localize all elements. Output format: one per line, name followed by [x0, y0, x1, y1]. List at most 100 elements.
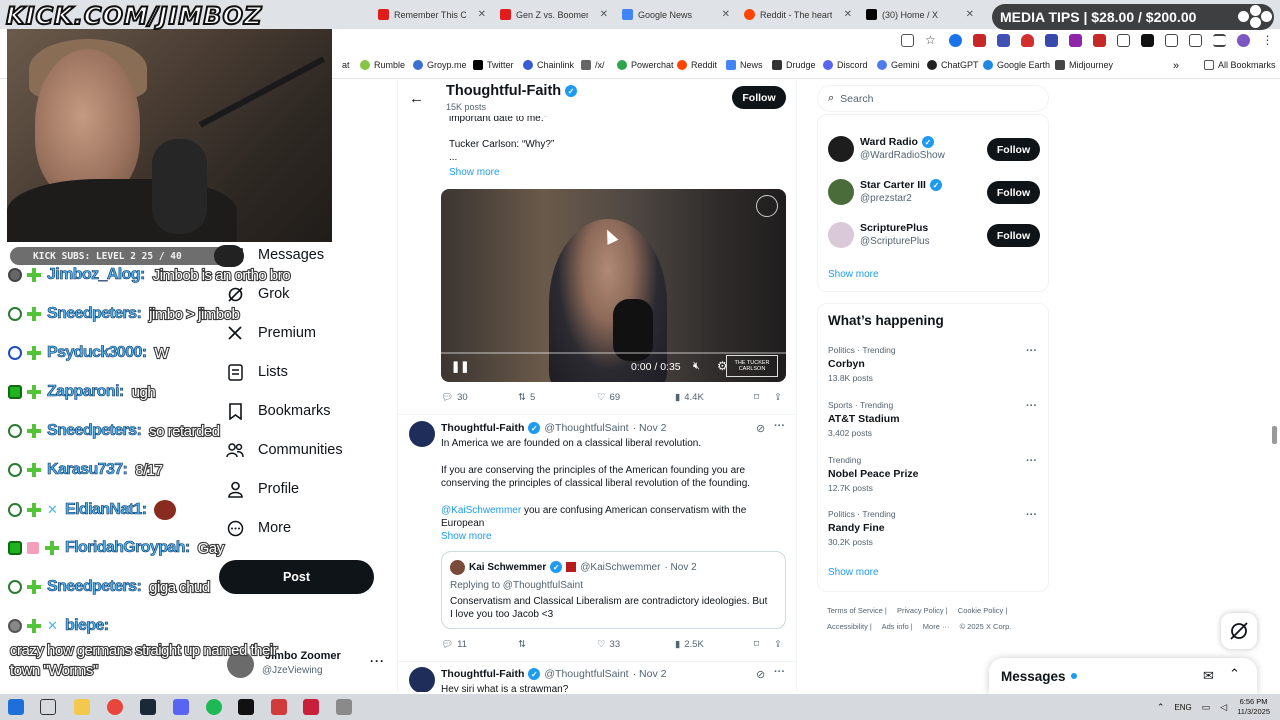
- footer-terms-link[interactable]: Terms of Service |: [827, 606, 887, 615]
- nav-lists[interactable]: Lists: [226, 363, 288, 381]
- bookmarks-overflow-icon[interactable]: »: [1173, 60, 1179, 72]
- share-button[interactable]: ⇪: [774, 639, 782, 650]
- follow-button[interactable]: Follow: [987, 181, 1040, 204]
- nav-communities[interactable]: Communities: [226, 441, 343, 459]
- extension-icon[interactable]: [1117, 34, 1130, 47]
- views-button[interactable]: ▮ 2.5K: [675, 639, 704, 650]
- repost-button[interactable]: ⇅: [518, 639, 526, 650]
- quoted-tweet-card[interactable]: Kai Schwemmer ✓ @KaiSchwemmer · Nov 2 Re…: [441, 551, 786, 629]
- star-icon[interactable]: ☆: [925, 34, 938, 47]
- video-player[interactable]: ❚❚ 0:00 / 0:35 🔇︎ ⚙ THE TUCKER CARLSON: [441, 189, 786, 382]
- profile-avatar-icon[interactable]: [1237, 34, 1250, 47]
- bookmark-google-earth[interactable]: Google Earth: [983, 60, 1050, 70]
- bookmark-rumble[interactable]: Rumble: [360, 60, 405, 70]
- clock[interactable]: 6:56 PM 11/3/2025: [1237, 697, 1270, 717]
- bookmark-chainlink[interactable]: Chainlink: [523, 60, 574, 70]
- extension-icon[interactable]: [949, 34, 962, 47]
- trend-item[interactable]: Politics · Trending Randy Fine 30.2K pos…: [828, 509, 1040, 547]
- steam-icon[interactable]: [140, 699, 156, 715]
- app-icon[interactable]: [271, 699, 287, 715]
- nav-profile[interactable]: Profile: [226, 480, 299, 498]
- cast-icon[interactable]: [901, 34, 914, 47]
- extension-icon[interactable]: [973, 34, 986, 47]
- extension-icon[interactable]: [1069, 34, 1082, 47]
- extension-icon[interactable]: [997, 34, 1010, 47]
- grok-explain-icon[interactable]: ⊘: [756, 422, 765, 435]
- discord-icon[interactable]: [173, 699, 189, 715]
- all-bookmarks[interactable]: All Bookmarks: [1204, 60, 1276, 70]
- network-icon[interactable]: ▭: [1202, 702, 1211, 713]
- bookmark-groyp[interactable]: Groyp.me: [413, 60, 467, 70]
- footer-accessibility-link[interactable]: Accessibility |: [827, 622, 872, 631]
- bookmark-x-board[interactable]: /x/: [581, 60, 605, 70]
- repost-button[interactable]: ⇅ 5: [518, 392, 535, 403]
- reply-button[interactable]: 💬︎ 11: [441, 639, 467, 650]
- bookmark-gemini[interactable]: Gemini: [877, 60, 920, 70]
- close-tab-icon[interactable]: ✕: [844, 9, 852, 20]
- task-view-icon[interactable]: [40, 699, 56, 715]
- follow-button[interactable]: Follow: [987, 138, 1040, 161]
- share-button[interactable]: ⇪: [774, 392, 782, 403]
- browser-tab[interactable]: Google News ✕: [616, 4, 736, 25]
- browser-tab[interactable]: Gen Z vs. Boomers: ✕: [494, 4, 614, 25]
- menu-icon[interactable]: [1213, 34, 1226, 47]
- kebab-menu-icon[interactable]: ⋮: [1261, 34, 1274, 47]
- trend-item[interactable]: Sports · Trending AT&T Stadium 3,402 pos…: [828, 400, 1040, 438]
- trend-item[interactable]: Politics · Trending Corbyn 13.8K posts ·…: [828, 345, 1040, 383]
- follow-button[interactable]: Follow: [732, 86, 786, 109]
- mute-icon[interactable]: 🔇︎: [693, 360, 700, 373]
- tweet-avatar[interactable]: [409, 421, 435, 447]
- nav-bookmarks[interactable]: Bookmarks: [226, 402, 331, 420]
- browser-tab[interactable]: Reddit - The heart of ✕: [738, 4, 858, 25]
- bookmark-button[interactable]: ⌑: [754, 639, 759, 650]
- browser-tab-active[interactable]: (30) Home / X ✕: [860, 4, 980, 25]
- search-input[interactable]: ⌕ Search: [817, 85, 1049, 112]
- bookmark-item[interactable]: at: [342, 60, 350, 70]
- trend-more-icon[interactable]: ···: [1026, 345, 1037, 357]
- trend-more-icon[interactable]: ···: [1026, 509, 1037, 521]
- page-scrollbar[interactable]: [1272, 426, 1277, 444]
- trend-more-icon[interactable]: ···: [1026, 455, 1037, 467]
- app-icon[interactable]: [303, 699, 319, 715]
- views-button[interactable]: ▮ 4.4K: [675, 392, 704, 403]
- show-more-link[interactable]: Show more: [449, 166, 500, 179]
- bookmark-twitter[interactable]: Twitter: [473, 60, 514, 70]
- expand-chevron-icon[interactable]: ⌃: [1229, 666, 1240, 682]
- extension-icon[interactable]: [1045, 34, 1058, 47]
- show-more-link[interactable]: Show more: [828, 269, 879, 280]
- bookmark-discord[interactable]: Discord: [823, 60, 868, 70]
- trend-item[interactable]: Trending Nobel Peace Prize 12.7K posts ·…: [828, 455, 1040, 493]
- footer-privacy-link[interactable]: Privacy Policy |: [897, 606, 948, 615]
- close-tab-icon[interactable]: ✕: [478, 9, 486, 20]
- app-icon[interactable]: [238, 699, 254, 715]
- extension-icon[interactable]: [1093, 34, 1106, 47]
- show-more-link[interactable]: Show more: [441, 530, 492, 543]
- follow-suggestion[interactable]: Ward Radio ✓ @WardRadioShow Follow: [828, 136, 1040, 172]
- volume-icon[interactable]: ◁: [1220, 702, 1227, 713]
- footer-ads-link[interactable]: Ads info |: [882, 622, 913, 631]
- trend-more-icon[interactable]: ···: [1026, 400, 1037, 412]
- messages-drawer[interactable]: Messages ✉ ⌃: [989, 658, 1257, 694]
- chrome-icon[interactable]: [107, 699, 123, 715]
- tweet-avatar[interactable]: [409, 667, 435, 692]
- close-tab-icon[interactable]: ✕: [600, 9, 608, 20]
- bookmark-drudge[interactable]: Drudge: [772, 60, 816, 70]
- close-tab-icon[interactable]: ✕: [966, 9, 974, 20]
- mention-link[interactable]: @KaiSchwemmer: [441, 505, 521, 516]
- windows-start-icon[interactable]: [8, 699, 24, 715]
- spotify-icon[interactable]: [206, 699, 222, 715]
- nav-more[interactable]: More: [226, 519, 291, 537]
- sidepanel-icon[interactable]: [1189, 34, 1202, 47]
- browser-tab[interactable]: Remember This Com ✕: [372, 4, 492, 25]
- nav-grok[interactable]: Grok: [226, 285, 289, 303]
- bookmark-button[interactable]: ⌑: [754, 392, 759, 403]
- compose-message-icon[interactable]: ✉: [1203, 668, 1214, 684]
- follow-suggestion[interactable]: ScripturePlus @ScripturePlus Follow: [828, 222, 1040, 258]
- x-icon[interactable]: [1141, 34, 1154, 47]
- like-button[interactable]: ♡ 33: [597, 639, 620, 650]
- app-icon[interactable]: [336, 699, 352, 715]
- bookmark-midjourney[interactable]: Midjourney: [1055, 60, 1113, 70]
- file-explorer-icon[interactable]: [74, 699, 90, 715]
- back-arrow-icon[interactable]: ←: [409, 90, 424, 107]
- bookmark-reddit[interactable]: Reddit: [677, 60, 717, 70]
